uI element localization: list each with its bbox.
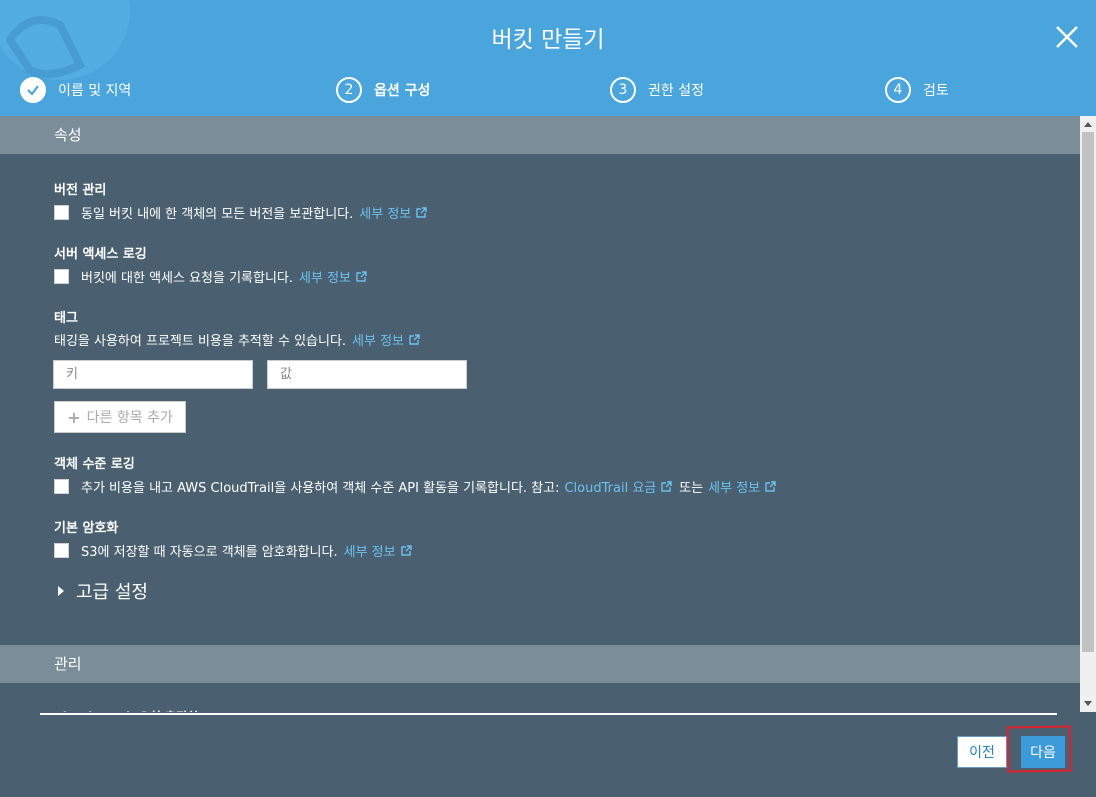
encryption-checkbox[interactable] <box>54 543 69 558</box>
footer-divider <box>40 713 1057 715</box>
link-label: 세부 정보 <box>299 271 352 286</box>
step-set-permissions[interactable]: 3 권한 설정 <box>610 74 704 106</box>
step-review[interactable]: 4 검토 <box>885 74 949 106</box>
link-label: 세부 정보 <box>708 481 761 496</box>
logging-details-link[interactable]: 세부 정보 <box>299 267 368 286</box>
versioning-details-link[interactable]: 세부 정보 <box>359 203 428 222</box>
logging-checkbox[interactable] <box>54 269 69 284</box>
link-label: 세부 정보 <box>352 334 405 349</box>
object-logging-checkbox[interactable] <box>54 479 69 494</box>
scroll-down-arrow-icon[interactable] <box>1080 696 1096 712</box>
add-tag-label: 다른 항목 추가 <box>86 410 173 426</box>
object-logging-text: 추가 비용을 내고 AWS CloudTrail을 사용하여 객체 수준 API… <box>81 481 560 496</box>
versioning-row: 동일 버킷 내에 한 객체의 모든 버전을 보관합니다. 세부 정보 <box>54 203 428 222</box>
step-label: 권한 설정 <box>648 83 704 99</box>
versioning-text: 동일 버킷 내에 한 객체의 모든 버전을 보관합니다. <box>81 207 354 222</box>
section-title-management: 관리 <box>0 645 1080 683</box>
options-content: 속성 버전 관리 동일 버킷 내에 한 객체의 모든 버전을 보관합니다. 세부… <box>0 116 1080 712</box>
step-configure-options[interactable]: 2 옵션 구성 <box>336 74 430 106</box>
tag-key-input[interactable]: 키 <box>53 360 253 389</box>
previous-button[interactable]: 이전 <box>957 736 1007 768</box>
external-link-icon <box>400 545 412 556</box>
encryption-details-link[interactable]: 세부 정보 <box>344 541 413 560</box>
plus-icon: + <box>67 407 81 427</box>
external-link-icon <box>765 481 776 492</box>
encryption-text: S3에 저장할 때 자동으로 객체를 암호화합니다. <box>81 545 338 560</box>
external-link-icon <box>356 271 367 282</box>
link-label: CloudTrail 요금 <box>564 481 657 496</box>
advanced-settings-label: 고급 설정 <box>76 582 148 603</box>
dialog-title: 버킷 만들기 <box>491 27 605 53</box>
external-link-icon <box>409 334 420 345</box>
link-label: 세부 정보 <box>343 545 396 560</box>
check-icon <box>20 77 46 103</box>
external-link-icon <box>416 207 427 218</box>
step-label: 검토 <box>923 83 949 99</box>
caret-right-icon <box>58 586 64 596</box>
tags-details-link[interactable]: 세부 정보 <box>352 330 421 349</box>
logging-row: 버킷에 대한 액세스 요청을 기록합니다. 세부 정보 <box>54 267 368 286</box>
tags-row: 태깅을 사용하여 프로젝트 비용을 추적할 수 있습니다. 세부 정보 <box>54 330 421 349</box>
scroll-thumb[interactable] <box>1082 132 1094 652</box>
step-label: 옵션 구성 <box>374 83 431 99</box>
tag-value-input[interactable]: 값 <box>267 360 467 389</box>
external-link-icon <box>661 481 672 492</box>
step-name-region[interactable]: 이름 및 지역 <box>20 74 131 106</box>
section-title-properties: 속성 <box>0 116 1080 154</box>
advanced-settings-toggle[interactable]: 고급 설정 <box>58 578 148 604</box>
logging-title: 서버 액세스 로깅 <box>54 247 147 262</box>
step-label: 이름 및 지역 <box>58 83 132 99</box>
add-tag-button[interactable]: + 다른 항목 추가 <box>54 401 186 433</box>
wizard-steps: 이름 및 지역 2 옵션 구성 3 권한 설정 4 검토 <box>0 74 1096 106</box>
step-number: 2 <box>336 77 362 103</box>
scroll-up-arrow-icon[interactable] <box>1080 116 1096 132</box>
step-number: 4 <box>885 77 911 103</box>
tags-text: 태깅을 사용하여 프로젝트 비용을 추적할 수 있습니다. <box>54 334 347 349</box>
cloudtrail-pricing-link[interactable]: CloudTrail 요금 <box>564 477 673 496</box>
next-button[interactable]: 다음 <box>1021 736 1065 768</box>
encryption-row: S3에 저장할 때 자동으로 객체를 암호화합니다. 세부 정보 <box>54 541 413 560</box>
cloudwatch-metrics-title: CloudWatch 요청 측정치 <box>54 708 198 712</box>
object-logging-row: 추가 비용을 내고 AWS CloudTrail을 사용하여 객체 수준 API… <box>54 477 777 496</box>
versioning-checkbox[interactable] <box>54 205 69 220</box>
logging-text: 버킷에 대한 액세스 요청을 기록합니다. <box>81 271 294 286</box>
or-text: 또는 <box>679 481 704 496</box>
link-label: 세부 정보 <box>359 207 412 222</box>
close-icon[interactable] <box>1052 22 1082 52</box>
versioning-title: 버전 관리 <box>54 183 107 198</box>
step-number: 3 <box>610 77 636 103</box>
object-logging-details-link[interactable]: 세부 정보 <box>708 477 777 496</box>
tags-title: 태그 <box>54 311 78 326</box>
wizard-header: 버킷 만들기 이름 및 지역 2 옵션 구성 3 권한 설정 4 검토 <box>0 0 1096 116</box>
encryption-title: 기본 암호화 <box>54 521 119 536</box>
object-logging-title: 객체 수준 로깅 <box>54 457 135 472</box>
content-scrollbar[interactable] <box>1080 116 1096 712</box>
